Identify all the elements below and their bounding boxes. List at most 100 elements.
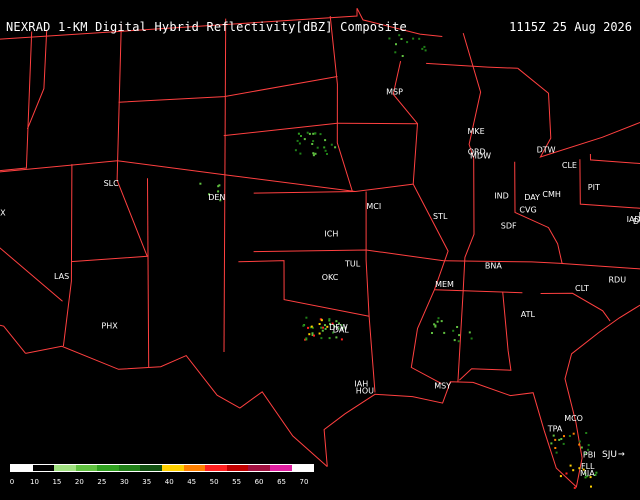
radar-echo <box>324 327 327 330</box>
city-label-mia: MIA <box>580 469 595 478</box>
city-label-ich: ICH <box>324 230 338 239</box>
boundary-line <box>517 67 640 158</box>
radar-echo <box>458 334 461 337</box>
radar-echo <box>394 51 397 54</box>
radar-echo <box>322 326 324 329</box>
city-label-stl: STL <box>433 212 448 221</box>
legend-tick-label: 30 <box>119 478 129 486</box>
radar-echo <box>296 139 299 142</box>
radar-echo <box>199 182 202 185</box>
radar-echo <box>320 326 323 329</box>
radar-echo <box>312 154 315 157</box>
radar-echo <box>437 317 440 320</box>
city-labels: BOSJFKEWRPHLBWIIADDCAPITCLEDTWCMHDAYCVGS… <box>0 88 640 479</box>
boundary-line <box>118 76 338 103</box>
radar-echo <box>324 139 327 142</box>
city-label-dtw: DTW <box>537 146 556 155</box>
city-label-mdw: MDW <box>470 151 491 160</box>
radar-echo <box>559 475 562 478</box>
city-label-hou: HOU <box>356 386 374 395</box>
radar-echo <box>555 451 558 454</box>
city-label-mci: MCI <box>366 202 381 211</box>
radar-echo <box>457 340 460 343</box>
radar-echo <box>324 324 326 327</box>
city-label-dal: DAL <box>333 325 349 334</box>
arrow-right-icon: → <box>618 447 625 460</box>
radar-echo <box>312 140 315 143</box>
boundary-line <box>462 32 482 159</box>
radar-echo <box>305 338 308 341</box>
legend-tick-label: 25 <box>97 478 107 486</box>
radar-echo <box>294 149 297 152</box>
legend-tick-label: 50 <box>209 478 219 486</box>
legend-swatch <box>97 465 119 471</box>
radar-echo <box>554 438 557 441</box>
radar-echo <box>324 149 327 152</box>
legend-tick-label: 65 <box>277 478 286 486</box>
city-label-tul: TUL <box>344 260 361 269</box>
radar-echo <box>307 326 309 329</box>
radar-echo <box>298 142 301 145</box>
city-label-atl: ATL <box>521 310 536 319</box>
radar-echo <box>312 132 315 135</box>
legend-swatch <box>162 465 184 471</box>
radar-echo <box>297 132 300 135</box>
radar-echo <box>335 320 338 323</box>
legend-swatch <box>183 465 206 471</box>
radar-echo <box>552 434 555 437</box>
radar-echo <box>303 138 306 141</box>
radar-echo <box>558 438 561 441</box>
radar-echo <box>330 143 333 146</box>
radar-map: BOSJFKEWRPHLBWIIADDCAPITCLEDTWCMHDAYCVGS… <box>0 7 640 489</box>
boundary-line <box>459 291 512 381</box>
legend-swatch <box>32 465 55 471</box>
boundary-line <box>147 178 150 368</box>
radar-echo <box>456 326 459 328</box>
city-label-sdf: SDF <box>501 221 517 230</box>
radar-echo <box>550 442 553 445</box>
boundary-line <box>365 191 376 393</box>
legend-swatch <box>75 465 98 471</box>
legend-swatch <box>291 465 314 471</box>
radar-echo <box>568 435 571 437</box>
radar-echo <box>440 320 443 323</box>
radar-echo <box>328 337 331 340</box>
city-label-slc: SLC <box>104 179 120 188</box>
city-label-mem: MEM <box>435 280 454 289</box>
legend-swatch <box>11 465 33 471</box>
radar-echo <box>218 184 221 187</box>
boundary-line <box>62 164 73 347</box>
boundary-line <box>392 60 449 384</box>
boundary-line <box>434 289 523 294</box>
city-label-clt: CLT <box>575 284 589 293</box>
radar-echo <box>587 444 590 447</box>
radar-echo <box>578 440 581 443</box>
city-label-rdu: RDU <box>609 275 627 284</box>
radar-echo <box>434 325 437 328</box>
radar-echo <box>323 146 326 149</box>
legend-tick-label: 35 <box>142 478 152 486</box>
radar-echo <box>328 319 331 322</box>
city-label-las: LAS <box>54 272 69 281</box>
radar-echo <box>590 485 592 488</box>
boundary-line <box>540 292 611 322</box>
legend-swatch <box>248 465 270 471</box>
city-label-den: DEN <box>208 193 225 202</box>
radar-echo <box>318 323 321 325</box>
boundary-line <box>238 260 370 317</box>
radar-echo <box>595 471 598 474</box>
legend-swatch <box>269 465 292 471</box>
legend-swatch <box>54 465 76 471</box>
radar-echo <box>572 432 575 435</box>
radar-echo <box>320 337 323 340</box>
legend-tick-label: 45 <box>187 478 197 486</box>
radar-echo <box>431 332 433 334</box>
city-label-mco: MCO <box>564 414 583 423</box>
radar-echo <box>452 329 455 332</box>
legend-tick-label: 40 <box>164 478 174 486</box>
boundary-line <box>514 161 640 270</box>
title-bar: NEXRAD 1-KM Digital Hybrid Reflectivity[… <box>0 0 640 40</box>
radar-echo <box>334 146 337 149</box>
legend-tick-label: 60 <box>254 478 264 486</box>
radar-echo <box>302 324 305 327</box>
